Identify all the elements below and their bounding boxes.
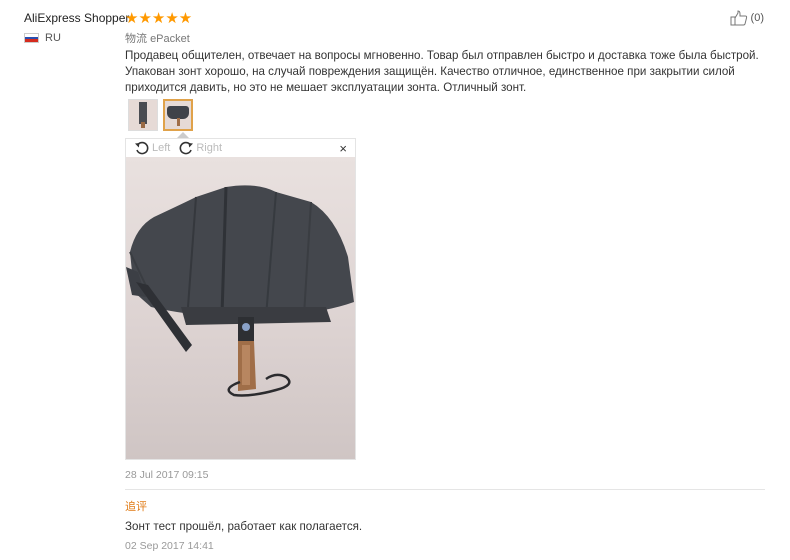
- helpful-button[interactable]: (0): [730, 10, 764, 26]
- russia-flag-icon: [24, 33, 39, 43]
- thumbs-up-icon: [730, 10, 747, 26]
- rotate-left-label: Left: [152, 142, 171, 154]
- followup-label: 追评: [125, 501, 147, 513]
- logistics-service: ePacket: [150, 33, 190, 45]
- logistics-label: 物流: [125, 33, 147, 45]
- feedback-text: Продавец общителен, отвечает на вопросы …: [125, 49, 759, 94]
- rotate-left-icon: [135, 141, 149, 155]
- review-photo: [126, 157, 355, 459]
- photo-thumbnails: [128, 99, 193, 131]
- rotate-right-button[interactable]: Right: [178, 140, 222, 156]
- divider: [125, 489, 765, 490]
- followup-date: 02 Sep 2017 14:41: [125, 540, 214, 552]
- rotate-left-button[interactable]: Left: [134, 140, 170, 156]
- umbrella-photo: [126, 185, 354, 397]
- reviewer-country: RU: [24, 32, 61, 44]
- helpful-count: (0): [750, 12, 764, 24]
- followup-text: Зонт тест прошёл, работает как полагаетс…: [125, 520, 363, 533]
- rotate-right-label: Right: [196, 142, 223, 154]
- photo-thumbnail[interactable]: [128, 99, 158, 131]
- close-viewer-button[interactable]: ×: [339, 141, 347, 156]
- reviewer-name: AliExpress Shopper: [24, 11, 130, 25]
- rotate-right-icon: [179, 141, 194, 155]
- photo-viewer: Left Right ×: [125, 138, 356, 460]
- photo-thumbnail-active[interactable]: [163, 99, 193, 131]
- rating-stars: ★★★★★: [125, 10, 193, 27]
- feedback-date: 28 Jul 2017 09:15: [125, 469, 209, 481]
- logistics-info: 物流 ePacket: [125, 30, 190, 46]
- country-code: RU: [45, 32, 61, 44]
- viewer-toolbar: Left Right ×: [126, 139, 355, 157]
